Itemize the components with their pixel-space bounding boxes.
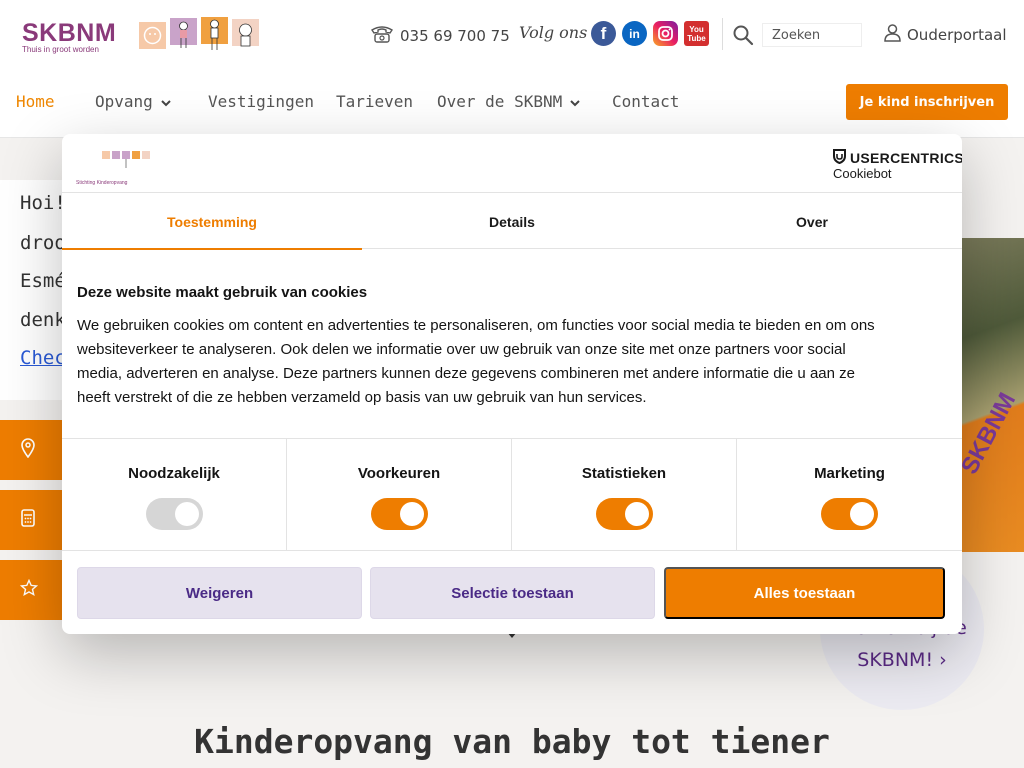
category-statistics: Statistieken (512, 439, 737, 551)
nav-item-contact[interactable]: Contact (612, 86, 679, 116)
dialog-logo-text: Stichting Kinderopvang (76, 180, 128, 186)
facebook-glyph: f (600, 23, 607, 43)
description-line: We gebruiken cookies om content en adver… (77, 317, 875, 334)
toggle-knob (624, 502, 649, 526)
category-preferences: Voorkeuren (287, 439, 512, 551)
description-line: heeft verstrekt of die ze hebben verzame… (77, 389, 647, 406)
site-logo[interactable]: SKBNM Thuis in groot worden (22, 20, 116, 54)
side-tab-favorites[interactable] (0, 560, 70, 620)
chevron-down-icon (161, 92, 171, 111)
phone-number: 035 69 700 75 (400, 27, 510, 45)
description-line: media, adverteren en analyse. Deze partn… (77, 365, 855, 382)
hero-line: Esmé (20, 270, 66, 292)
hero-line: denk (20, 309, 66, 331)
tab-over[interactable]: Over (662, 194, 962, 249)
category-label: Marketing (814, 465, 885, 482)
linkedin-glyph: in (629, 26, 640, 41)
hero-line: droo (20, 232, 66, 254)
toggle-knob (850, 502, 874, 526)
dialog-description: We gebruiken cookies om content en adver… (77, 314, 937, 410)
parent-portal-link[interactable]: Ouderportaal (884, 24, 1007, 46)
marketing-toggle[interactable] (821, 498, 878, 530)
category-necessary: Noodzakelijk (62, 439, 287, 551)
phone-contact[interactable]: 035 69 700 75 (370, 24, 510, 48)
side-tab-locations[interactable] (0, 420, 70, 480)
search-icon[interactable] (732, 24, 754, 50)
statistics-toggle[interactable] (595, 498, 653, 530)
reject-button[interactable]: Weigeren (77, 567, 362, 619)
nav-label: Contact (612, 91, 680, 111)
dialog-header: Stichting Kinderopvang USERCENTRICS Cook… (62, 134, 962, 193)
toggle-knob (399, 502, 424, 526)
allow-all-button[interactable]: Alles toestaan (664, 567, 945, 619)
nav-item-vestigingen[interactable]: Vestigingen (208, 86, 314, 116)
star-icon (19, 578, 39, 601)
calculator-icon (20, 508, 36, 532)
teen-illustration (232, 19, 259, 49)
dialog-body: Deze website maakt gebruik van cookies W… (77, 284, 937, 410)
enroll-child-button[interactable]: Je kind inschrijven (846, 84, 1008, 120)
logo-wordmark: SKBNM (22, 19, 117, 47)
allow-selection-button[interactable]: Selectie toestaan (370, 567, 655, 619)
shield-icon (833, 149, 846, 167)
dialog-site-logo: Stichting Kinderopvang (76, 150, 172, 186)
tab-details[interactable]: Details (362, 194, 662, 249)
chevron-down-icon (570, 92, 580, 111)
necessary-toggle (145, 498, 203, 530)
location-pin-icon (20, 438, 36, 462)
nav-label: Home (16, 91, 55, 111)
facebook-icon[interactable]: f (591, 21, 616, 46)
hero-link[interactable]: Chec (20, 347, 66, 369)
category-label: Noodzakelijk (128, 465, 220, 482)
nav-item-opvang[interactable]: Opvang (95, 86, 171, 116)
dialog-tabs: Toestemming Details Over (62, 194, 962, 250)
nav-item-over-skbnm[interactable]: Over de SKBNM (437, 86, 580, 116)
logo-illustrations (139, 16, 259, 50)
linkedin-icon[interactable]: in (622, 21, 647, 46)
youtube-glyph-top: You (689, 24, 704, 34)
jobs-bubble-line2: SKBNM! › (857, 649, 947, 671)
preferences-toggle[interactable] (370, 498, 428, 530)
page-heading: Kinderopvang van baby tot tiener (194, 722, 830, 761)
search-input[interactable] (762, 23, 862, 47)
child-illustration (201, 16, 228, 50)
follow-label: Volg ons (519, 23, 588, 42)
toggle-knob (174, 502, 199, 526)
user-icon (884, 24, 901, 46)
telephone-icon (370, 24, 394, 48)
dialog-heading: Deze website maakt gebruik van cookies (77, 284, 368, 301)
nav-item-tarieven[interactable]: Tarieven (336, 86, 413, 116)
nav-label: Opvang (95, 91, 153, 111)
category-marketing: Marketing (737, 439, 962, 551)
youtube-icon[interactable]: You Tube (684, 21, 709, 46)
description-line: websiteverkeer te analyseren. Ook delen … (77, 341, 846, 358)
toddler-illustration (170, 18, 197, 49)
parent-portal-label: Ouderportaal (907, 26, 1007, 44)
social-links: f in You Tube (591, 21, 709, 46)
provider-title: USERCENTRICS (850, 150, 962, 166)
nav-label: Over de SKBNM (437, 91, 563, 111)
youtube-glyph-bottom: Tube (687, 33, 706, 43)
nav-label: Vestigingen (208, 91, 314, 111)
hero-line: Hoi! (20, 192, 66, 214)
cookie-categories: Noodzakelijk Voorkeuren Statistieken Mar… (62, 438, 962, 551)
side-tab-calculator[interactable] (0, 490, 70, 550)
header-divider (722, 18, 723, 50)
cookie-consent-dialog: Stichting Kinderopvang USERCENTRICS Cook… (62, 134, 962, 634)
nav-item-home[interactable]: Home (16, 86, 55, 116)
site-header: SKBNM Thuis in groot worden 035 69 700 7… (0, 0, 1024, 70)
category-label: Statistieken (581, 465, 667, 482)
baby-illustration (139, 22, 166, 49)
category-label: Voorkeuren (357, 465, 441, 482)
nav-label: Tarieven (336, 91, 414, 111)
instagram-icon[interactable] (653, 21, 678, 46)
provider-subtitle: Cookiebot (833, 166, 892, 181)
tab-toestemming[interactable]: Toestemming (62, 194, 362, 250)
usercentrics-cookiebot-logo[interactable]: USERCENTRICS Cookiebot (833, 149, 962, 181)
